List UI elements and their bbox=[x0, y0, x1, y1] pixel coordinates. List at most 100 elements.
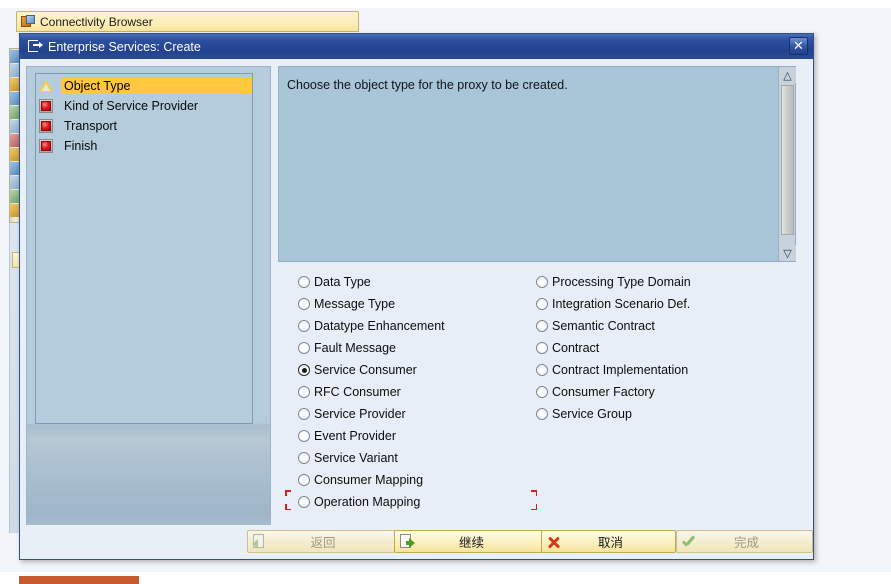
dialog-title: Enterprise Services: Create bbox=[48, 39, 201, 54]
wizard-step-object-type[interactable]: Object Type bbox=[36, 76, 252, 96]
page-back-icon bbox=[251, 533, 268, 550]
dialog-titlebar[interactable]: Enterprise Services: Create ✕ bbox=[20, 34, 813, 59]
wizard-step-finish[interactable]: Finish bbox=[36, 136, 252, 156]
radio-mark bbox=[298, 276, 310, 288]
cancel-button-label: 取消 bbox=[597, 535, 623, 550]
radio-mark bbox=[298, 320, 310, 332]
radio-label: Service Group bbox=[552, 407, 632, 421]
close-icon[interactable]: ✕ bbox=[789, 37, 808, 55]
scrollbar-thumb[interactable] bbox=[781, 85, 794, 235]
red-x-icon bbox=[545, 533, 562, 550]
wizard-step-panel: Object Type Kind of Service Provider Tra… bbox=[26, 66, 271, 526]
radio-mark bbox=[298, 298, 310, 310]
document-arrow-icon bbox=[28, 40, 43, 53]
object-type-options-left-column: Data Type Message Type Datatype Enhancem… bbox=[298, 271, 528, 513]
radio-label: Service Variant bbox=[314, 451, 398, 465]
radio-consumer-mapping[interactable]: Consumer Mapping bbox=[298, 469, 528, 491]
taskbar-fragment bbox=[19, 576, 139, 584]
radio-fault-message[interactable]: Fault Message bbox=[298, 337, 528, 359]
red-square-icon bbox=[39, 139, 53, 153]
radio-message-type[interactable]: Message Type bbox=[298, 293, 528, 315]
radio-data-type[interactable]: Data Type bbox=[298, 271, 528, 293]
radio-label: Semantic Contract bbox=[552, 319, 655, 333]
close-glyph: ✕ bbox=[793, 38, 804, 54]
radio-mark bbox=[536, 342, 548, 354]
wizard-button-bar: 返回 继续 取消 完成 bbox=[20, 525, 813, 559]
radio-semantic-contract[interactable]: Semantic Contract bbox=[536, 315, 766, 337]
radio-label: Consumer Factory bbox=[552, 385, 655, 399]
radio-rfc-consumer[interactable]: RFC Consumer bbox=[298, 381, 528, 403]
wizard-step-label: Kind of Service Provider bbox=[64, 99, 199, 113]
finish-button-label: 完成 bbox=[733, 535, 759, 550]
radio-contract-implementation[interactable]: Contract Implementation bbox=[536, 359, 766, 381]
object-type-options-right-column: Processing Type Domain Integration Scena… bbox=[536, 271, 766, 425]
radio-processing-type-domain[interactable]: Processing Type Domain bbox=[536, 271, 766, 293]
radio-label: Message Type bbox=[314, 297, 396, 311]
radio-label: Integration Scenario Def. bbox=[552, 297, 691, 311]
radio-mark bbox=[536, 276, 548, 288]
continue-button-label: 继续 bbox=[458, 535, 484, 550]
radio-mark bbox=[298, 408, 310, 420]
radio-label: Contract Implementation bbox=[552, 363, 689, 377]
radio-label: RFC Consumer bbox=[314, 385, 401, 399]
radio-mark bbox=[298, 386, 310, 398]
red-square-icon bbox=[39, 119, 53, 133]
wizard-step-label: Transport bbox=[64, 119, 118, 133]
radio-label: Service Consumer bbox=[314, 363, 417, 377]
radio-service-variant[interactable]: Service Variant bbox=[298, 447, 528, 469]
radio-label: Service Provider bbox=[314, 407, 406, 421]
chevron-up-icon[interactable]: △ bbox=[779, 67, 796, 83]
dialog-body: Object Type Kind of Service Provider Tra… bbox=[20, 59, 813, 559]
radio-label: Consumer Mapping bbox=[314, 473, 424, 487]
radio-label: Datatype Enhancement bbox=[314, 319, 445, 333]
radio-label: Fault Message bbox=[314, 341, 396, 355]
wizard-step-label: Object Type bbox=[61, 78, 252, 94]
radio-mark bbox=[536, 386, 548, 398]
back-button-label: 返回 bbox=[310, 535, 336, 550]
finish-button[interactable]: 完成 bbox=[676, 530, 813, 553]
radio-label: Processing Type Domain bbox=[552, 275, 691, 289]
top-strip bbox=[0, 0, 891, 8]
radio-mark bbox=[536, 364, 548, 376]
wizard-step-list: Object Type Kind of Service Provider Tra… bbox=[35, 73, 253, 424]
radio-datatype-enhancement[interactable]: Datatype Enhancement bbox=[298, 315, 528, 337]
radio-mark bbox=[298, 474, 310, 486]
description-scrollbar[interactable]: △ ▽ bbox=[778, 67, 796, 261]
warning-triangle-icon bbox=[39, 79, 53, 93]
radio-mark bbox=[298, 342, 310, 354]
radio-service-consumer[interactable]: Service Consumer bbox=[298, 359, 528, 381]
radio-mark bbox=[536, 408, 548, 420]
green-check-icon bbox=[680, 533, 697, 550]
red-square-icon bbox=[39, 99, 53, 113]
radio-mark bbox=[298, 364, 310, 376]
radio-service-group[interactable]: Service Group bbox=[536, 403, 766, 425]
wizard-step-transport[interactable]: Transport bbox=[36, 116, 252, 136]
radio-label: Event Provider bbox=[314, 429, 396, 443]
chevron-down-icon[interactable]: ▽ bbox=[779, 245, 796, 261]
radio-mark bbox=[536, 298, 548, 310]
radio-mark bbox=[536, 320, 548, 332]
continue-button[interactable]: 继续 bbox=[394, 530, 545, 553]
radio-consumer-factory[interactable]: Consumer Factory bbox=[536, 381, 766, 403]
object-type-options: Data Type Message Type Datatype Enhancem… bbox=[278, 271, 796, 527]
enterprise-services-create-dialog: Enterprise Services: Create ✕ Object Typ… bbox=[19, 33, 814, 560]
radio-service-provider[interactable]: Service Provider bbox=[298, 403, 528, 425]
connectivity-browser-tab-label: Connectivity Browser bbox=[40, 14, 153, 29]
wizard-step-label: Finish bbox=[64, 139, 98, 153]
radio-contract[interactable]: Contract bbox=[536, 337, 766, 359]
radio-label: Contract bbox=[552, 341, 600, 355]
radio-event-provider[interactable]: Event Provider bbox=[298, 425, 528, 447]
radio-label: Data Type bbox=[314, 275, 371, 289]
description-panel: Choose the object type for the proxy to … bbox=[278, 66, 796, 262]
radio-label: Operation Mapping bbox=[314, 495, 421, 509]
connectivity-browser-tab[interactable]: Connectivity Browser bbox=[16, 11, 359, 32]
radio-integration-scenario-def[interactable]: Integration Scenario Def. bbox=[536, 293, 766, 315]
cancel-button[interactable]: 取消 bbox=[541, 530, 676, 553]
radio-mark bbox=[298, 430, 310, 442]
connectivity-browser-icon bbox=[21, 14, 36, 29]
radio-operation-mapping[interactable]: Operation Mapping bbox=[298, 491, 528, 513]
back-button[interactable]: 返回 bbox=[247, 530, 395, 553]
wizard-step-kind-of-service-provider[interactable]: Kind of Service Provider bbox=[36, 96, 252, 116]
description-text: Choose the object type for the proxy to … bbox=[287, 78, 568, 92]
focus-indicator-left bbox=[285, 490, 299, 510]
